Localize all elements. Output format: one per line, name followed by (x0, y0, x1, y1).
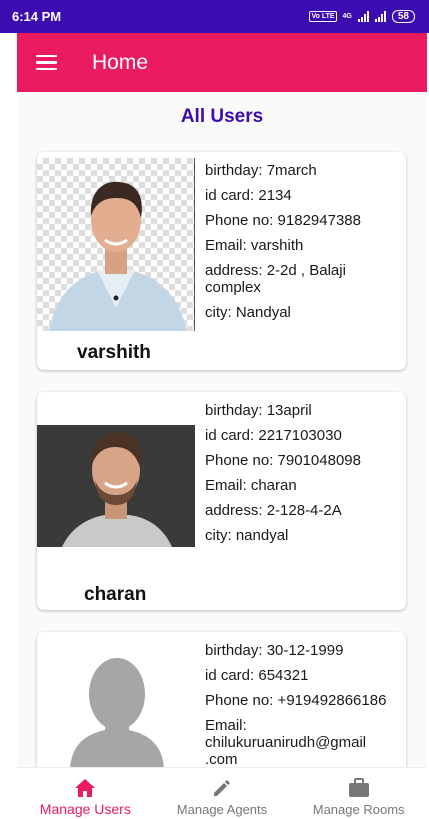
user-email: Email: charan (205, 477, 297, 494)
user-name: varshith (77, 342, 151, 363)
user-info: birthday: 30-12-1999 id card: 654321 Pho… (205, 642, 400, 767)
menu-icon[interactable] (36, 54, 57, 71)
status-icons: Vo LTE 4G 58 (309, 10, 415, 23)
user-address: address: 2-128-4-2A (205, 502, 342, 519)
pencil-icon (213, 780, 230, 796)
nav-label: Manage Users (39, 801, 131, 817)
battery-icon: 58 (391, 10, 415, 23)
bottom-navigation: Manage Users Manage Agents Manage Rooms (17, 767, 427, 819)
home-icon (75, 779, 96, 797)
user-birthday: birthday: 30-12-1999 (205, 642, 344, 659)
user-phone: Phone no: +919492866186 (205, 692, 387, 709)
user-email: Email: varshith (205, 237, 304, 254)
nav-manage-users[interactable]: Manage Users (20, 768, 150, 819)
user-city: city: nandyal (205, 527, 289, 544)
user-email: Email: chilukuruanirudh@gmail .com (205, 717, 367, 767)
briefcase-icon (348, 778, 369, 797)
user-name: charan (84, 584, 147, 605)
user-phone: Phone no: 9182947388 (205, 212, 361, 229)
nav-label: Manage Agents (176, 802, 268, 817)
user-photo (37, 158, 195, 331)
section-title: All Users (180, 106, 264, 127)
user-address: address: 2-2d , Balaji complex (205, 262, 346, 296)
user-card[interactable]: varshith birthday: 7march id card: 2134 … (37, 152, 406, 370)
user-birthday: birthday: 13april (205, 402, 312, 419)
user-id-card: id card: 2217103030 (205, 427, 342, 444)
network-type: 4G (342, 13, 352, 20)
user-card[interactable]: charan birthday: 13april id card: 221710… (37, 392, 406, 610)
user-info: birthday: 13april id card: 2217103030 Ph… (205, 402, 400, 552)
volte-icon: Vo LTE (309, 11, 337, 22)
user-id-card: id card: 2134 (205, 187, 292, 204)
signal-icon-2 (374, 11, 386, 22)
status-time: 6:14 PM (12, 9, 62, 24)
nav-manage-agents[interactable]: Manage Agents (157, 768, 287, 819)
avatar-placeholder-icon (37, 652, 195, 767)
nav-label: Manage Rooms (312, 802, 405, 817)
signal-icon (357, 11, 369, 22)
status-bar: 6:14 PM Vo LTE 4G 58 (0, 0, 429, 33)
user-city: city: Nandyal (205, 304, 291, 321)
user-card[interactable]: birthday: 30-12-1999 id card: 654321 Pho… (37, 632, 406, 767)
user-list[interactable]: All Users varshith birthday: 7march id c… (17, 92, 427, 767)
user-id-card: id card: 654321 (205, 667, 309, 684)
user-birthday: birthday: 7march (205, 162, 317, 179)
user-info: birthday: 7march id card: 2134 Phone no:… (205, 162, 400, 329)
nav-manage-rooms[interactable]: Manage Rooms (294, 768, 424, 819)
user-photo (37, 425, 195, 547)
user-phone: Phone no: 7901048098 (205, 452, 361, 469)
app-bar: Home (17, 33, 427, 92)
page-title: Home (92, 50, 149, 74)
